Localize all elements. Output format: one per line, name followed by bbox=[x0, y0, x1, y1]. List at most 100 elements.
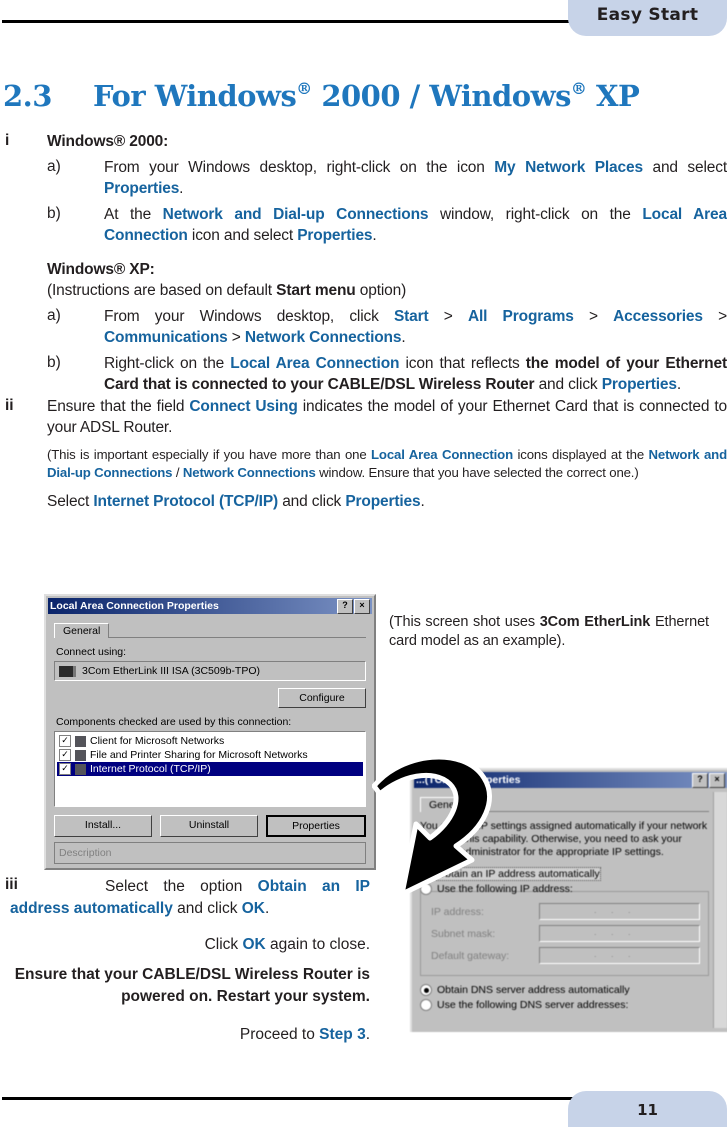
checkbox-icon[interactable]: ✓ bbox=[59, 763, 71, 775]
list-item[interactable]: ✓ File and Printer Sharing for Microsoft… bbox=[57, 748, 363, 762]
radio-obtain-dns-automatically[interactable]: Obtain DNS server address automatically bbox=[420, 984, 709, 996]
tab-general[interactable]: General bbox=[54, 623, 110, 638]
separator: > bbox=[573, 308, 614, 325]
page-title: 2.3 For Windows® 2000 / Windows® XP bbox=[3, 79, 703, 113]
link-properties: Properties bbox=[104, 179, 180, 197]
text: and click bbox=[534, 375, 602, 393]
subnet-mask-input[interactable] bbox=[539, 925, 700, 942]
text: At the bbox=[104, 206, 163, 223]
link-my-network-places: My Network Places bbox=[494, 159, 643, 176]
section-i-item-b: b) At the Network and Dial-up Connection… bbox=[0, 205, 727, 246]
link-network-connections: Network Connections bbox=[244, 328, 402, 346]
dialog1-tabstrip: General bbox=[54, 620, 366, 638]
close-icon[interactable]: × bbox=[709, 772, 725, 788]
dialog1-title: Local Area Connection Properties bbox=[50, 600, 219, 612]
field-label: Subnet mask: bbox=[431, 927, 496, 940]
annotation-arrow-icon bbox=[372, 754, 492, 897]
close-icon[interactable]: × bbox=[354, 598, 370, 614]
component-label: File and Printer Sharing for Microsoft N… bbox=[90, 749, 308, 761]
radio-label: Use the following DNS server addresses: bbox=[437, 999, 629, 1011]
checkbox-icon[interactable]: ✓ bbox=[59, 749, 71, 761]
list-item-selected[interactable]: ✓ Internet Protocol (TCP/IP) bbox=[57, 762, 363, 776]
radio-use-following-dns[interactable]: Use the following DNS server addresses: bbox=[420, 999, 709, 1011]
section-iii-line3: Ensure that your CABLE/DSL Wireless Rout… bbox=[14, 966, 370, 1005]
section-title-part1: For Windows bbox=[93, 79, 297, 113]
link-ok: OK bbox=[241, 900, 265, 917]
bold-start-menu: Start menu bbox=[276, 281, 356, 299]
network-card-icon bbox=[59, 665, 76, 677]
radio-icon[interactable] bbox=[420, 999, 432, 1011]
component-label: Internet Protocol (TCP/IP) bbox=[90, 763, 211, 775]
text: option) bbox=[355, 281, 407, 299]
field-subnet-mask[interactable]: Subnet mask: bbox=[431, 925, 700, 942]
text: and click bbox=[172, 900, 242, 917]
ip-address-input[interactable] bbox=[539, 903, 700, 920]
list-marker-a: a) bbox=[47, 158, 61, 175]
windows-xp-label: Windows® XP: bbox=[47, 261, 155, 278]
radio-icon[interactable] bbox=[420, 984, 432, 996]
section-iii: Select the option Obtain an IP address a… bbox=[10, 876, 370, 1046]
field-default-gateway[interactable]: Default gateway: bbox=[431, 947, 700, 964]
list-marker-b: b) bbox=[47, 205, 61, 222]
text: Proceed to bbox=[239, 1026, 320, 1043]
text: and click bbox=[278, 493, 346, 510]
components-listbox[interactable]: ✓ Client for Microsoft Networks ✓ File a… bbox=[54, 731, 366, 807]
link-accessories: Accessories bbox=[613, 308, 703, 325]
text: . bbox=[676, 375, 682, 393]
text: again to close. bbox=[265, 936, 370, 953]
link-internet-protocol-tcpip: Internet Protocol (TCP/IP) bbox=[93, 493, 279, 510]
text: icons displayed at the bbox=[513, 447, 649, 462]
registered-mark-icon: ® bbox=[296, 79, 312, 99]
text: . bbox=[179, 179, 184, 197]
text: . bbox=[401, 328, 406, 346]
bold-3com-etherlink: 3Com EtherLink bbox=[539, 614, 651, 630]
link-all-programs: All Programs bbox=[467, 308, 574, 325]
field-ip-address[interactable]: IP address: bbox=[431, 903, 700, 920]
help-button[interactable]: ? bbox=[692, 772, 708, 788]
configure-button[interactable]: Configure bbox=[278, 688, 366, 708]
text: window, right-click on the bbox=[428, 206, 643, 223]
text: (This is important especially if you hav… bbox=[47, 447, 372, 462]
windows-xp-instructions: (Instructions are based on default Start… bbox=[47, 281, 727, 302]
connect-using-label: Connect using: bbox=[56, 646, 127, 658]
text: window. Ensure that you have selected th… bbox=[315, 465, 639, 480]
text: . bbox=[372, 226, 377, 244]
section-ii-select: Select Internet Protocol (TCP/IP) and cl… bbox=[0, 492, 727, 513]
separator: > bbox=[702, 308, 727, 325]
document-content: i Windows® 2000: a) From your Windows de… bbox=[0, 132, 727, 513]
list-item[interactable]: ✓ Client for Microsoft Networks bbox=[57, 734, 363, 748]
scrollbar[interactable] bbox=[713, 792, 727, 1028]
section-xp-item-a: a) From your Windows desktop, click Star… bbox=[0, 307, 727, 348]
list-marker-b: b) bbox=[47, 354, 61, 371]
link-local-area-connection: Local Area Connection bbox=[371, 447, 513, 462]
text: . bbox=[365, 1026, 370, 1043]
page-number: 11 bbox=[637, 1101, 658, 1119]
link-start: Start bbox=[393, 308, 429, 325]
text: Select bbox=[47, 493, 94, 510]
components-label: Components checked are used by this conn… bbox=[56, 716, 292, 728]
default-gateway-input[interactable] bbox=[539, 947, 700, 964]
section-ii-note: (This is important especially if you hav… bbox=[0, 446, 727, 482]
section-iii-line2: Click OK again to close. bbox=[10, 934, 370, 956]
link-connect-using: Connect Using bbox=[189, 398, 298, 415]
adapter-field[interactable]: 3Com EtherLink III ISA (3C509b-TPO) bbox=[54, 661, 366, 681]
link-step-3: Step 3 bbox=[319, 1026, 366, 1043]
checkbox-icon[interactable]: ✓ bbox=[59, 735, 71, 747]
text: (This screen shot uses bbox=[389, 614, 540, 630]
section-iii-line1: Select the option Obtain an IP address a… bbox=[10, 876, 370, 920]
help-button[interactable]: ? bbox=[337, 598, 353, 614]
link-properties: Properties bbox=[601, 375, 677, 393]
text: / bbox=[172, 465, 183, 480]
properties-button[interactable]: Properties bbox=[266, 815, 366, 837]
field-label: IP address: bbox=[431, 905, 484, 918]
registered-mark-icon-2: ® bbox=[570, 79, 587, 99]
uninstall-button[interactable]: Uninstall bbox=[160, 815, 258, 837]
header-tab-label: Easy Start bbox=[596, 5, 699, 25]
install-button[interactable]: Install... bbox=[54, 815, 152, 837]
section-title-part3: XP bbox=[586, 79, 640, 113]
section-xp-item-b: b) Right-click on the Local Area Connect… bbox=[0, 354, 727, 395]
section-xp: Windows® XP: (Instructions are based on … bbox=[0, 260, 727, 301]
link-network-dialup-connections: Network and Dial-up Connections bbox=[162, 206, 429, 223]
section-ii: ii Ensure that the field Connect Using i… bbox=[0, 397, 727, 438]
text: Ensure that the field bbox=[47, 398, 190, 415]
